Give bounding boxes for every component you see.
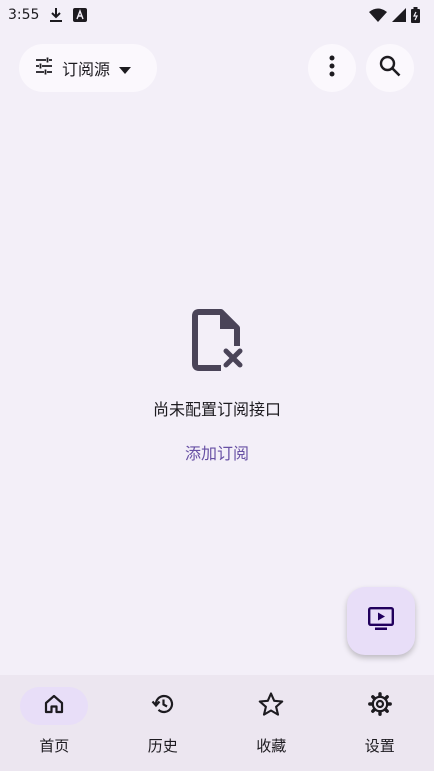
nav-item-history[interactable]: 历史 (109, 675, 218, 771)
battery-icon (411, 7, 420, 23)
history-icon (151, 692, 175, 720)
star-icon (258, 692, 284, 720)
source-label: 订阅源 (62, 60, 111, 79)
nav-item-settings[interactable]: 设置 (326, 675, 434, 771)
status-right (369, 7, 420, 23)
status-bar: 3:55 (0, 0, 434, 30)
nav-indicator (20, 687, 89, 725)
home-icon (43, 693, 65, 719)
wifi-icon (369, 8, 387, 22)
add-subscription-link[interactable]: 添加订阅 (185, 440, 249, 464)
search-icon (379, 55, 401, 81)
empty-message: 尚未配置订阅接口 (152, 400, 281, 419)
search-button[interactable] (366, 44, 414, 92)
status-left: 3:55 (8, 7, 88, 23)
more-vert-icon (329, 55, 335, 81)
gear-icon (367, 692, 392, 720)
nav-label-favorites: 收藏 (256, 737, 287, 755)
nav-label-history: 历史 (147, 737, 178, 755)
download-icon (49, 7, 63, 23)
tune-icon (35, 57, 53, 79)
nav-indicator (237, 687, 305, 725)
status-time: 3:55 (8, 7, 40, 23)
cell-signal-icon (392, 8, 406, 22)
nav-item-favorites[interactable]: 收藏 (217, 675, 326, 771)
app-notification-icon (73, 8, 88, 22)
tv-play-icon (368, 607, 395, 635)
nav-indicator (346, 687, 414, 725)
nav-label-home: 首页 (39, 737, 70, 755)
source-selector-button[interactable]: 订阅源 (19, 44, 157, 92)
dropdown-arrow-icon (119, 59, 132, 78)
top-bar: 订阅源 (0, 42, 434, 94)
nav-item-home[interactable]: 首页 (0, 675, 109, 771)
more-options-button[interactable] (308, 44, 356, 92)
play-fab-button[interactable] (347, 587, 415, 655)
file-remove-icon (187, 306, 247, 374)
nav-label-settings: 设置 (364, 737, 395, 755)
nav-indicator (129, 687, 197, 725)
empty-state: 尚未配置订阅接口 添加订阅 (0, 306, 434, 464)
bottom-navigation: 首页 历史 收藏 设置 (0, 675, 434, 771)
